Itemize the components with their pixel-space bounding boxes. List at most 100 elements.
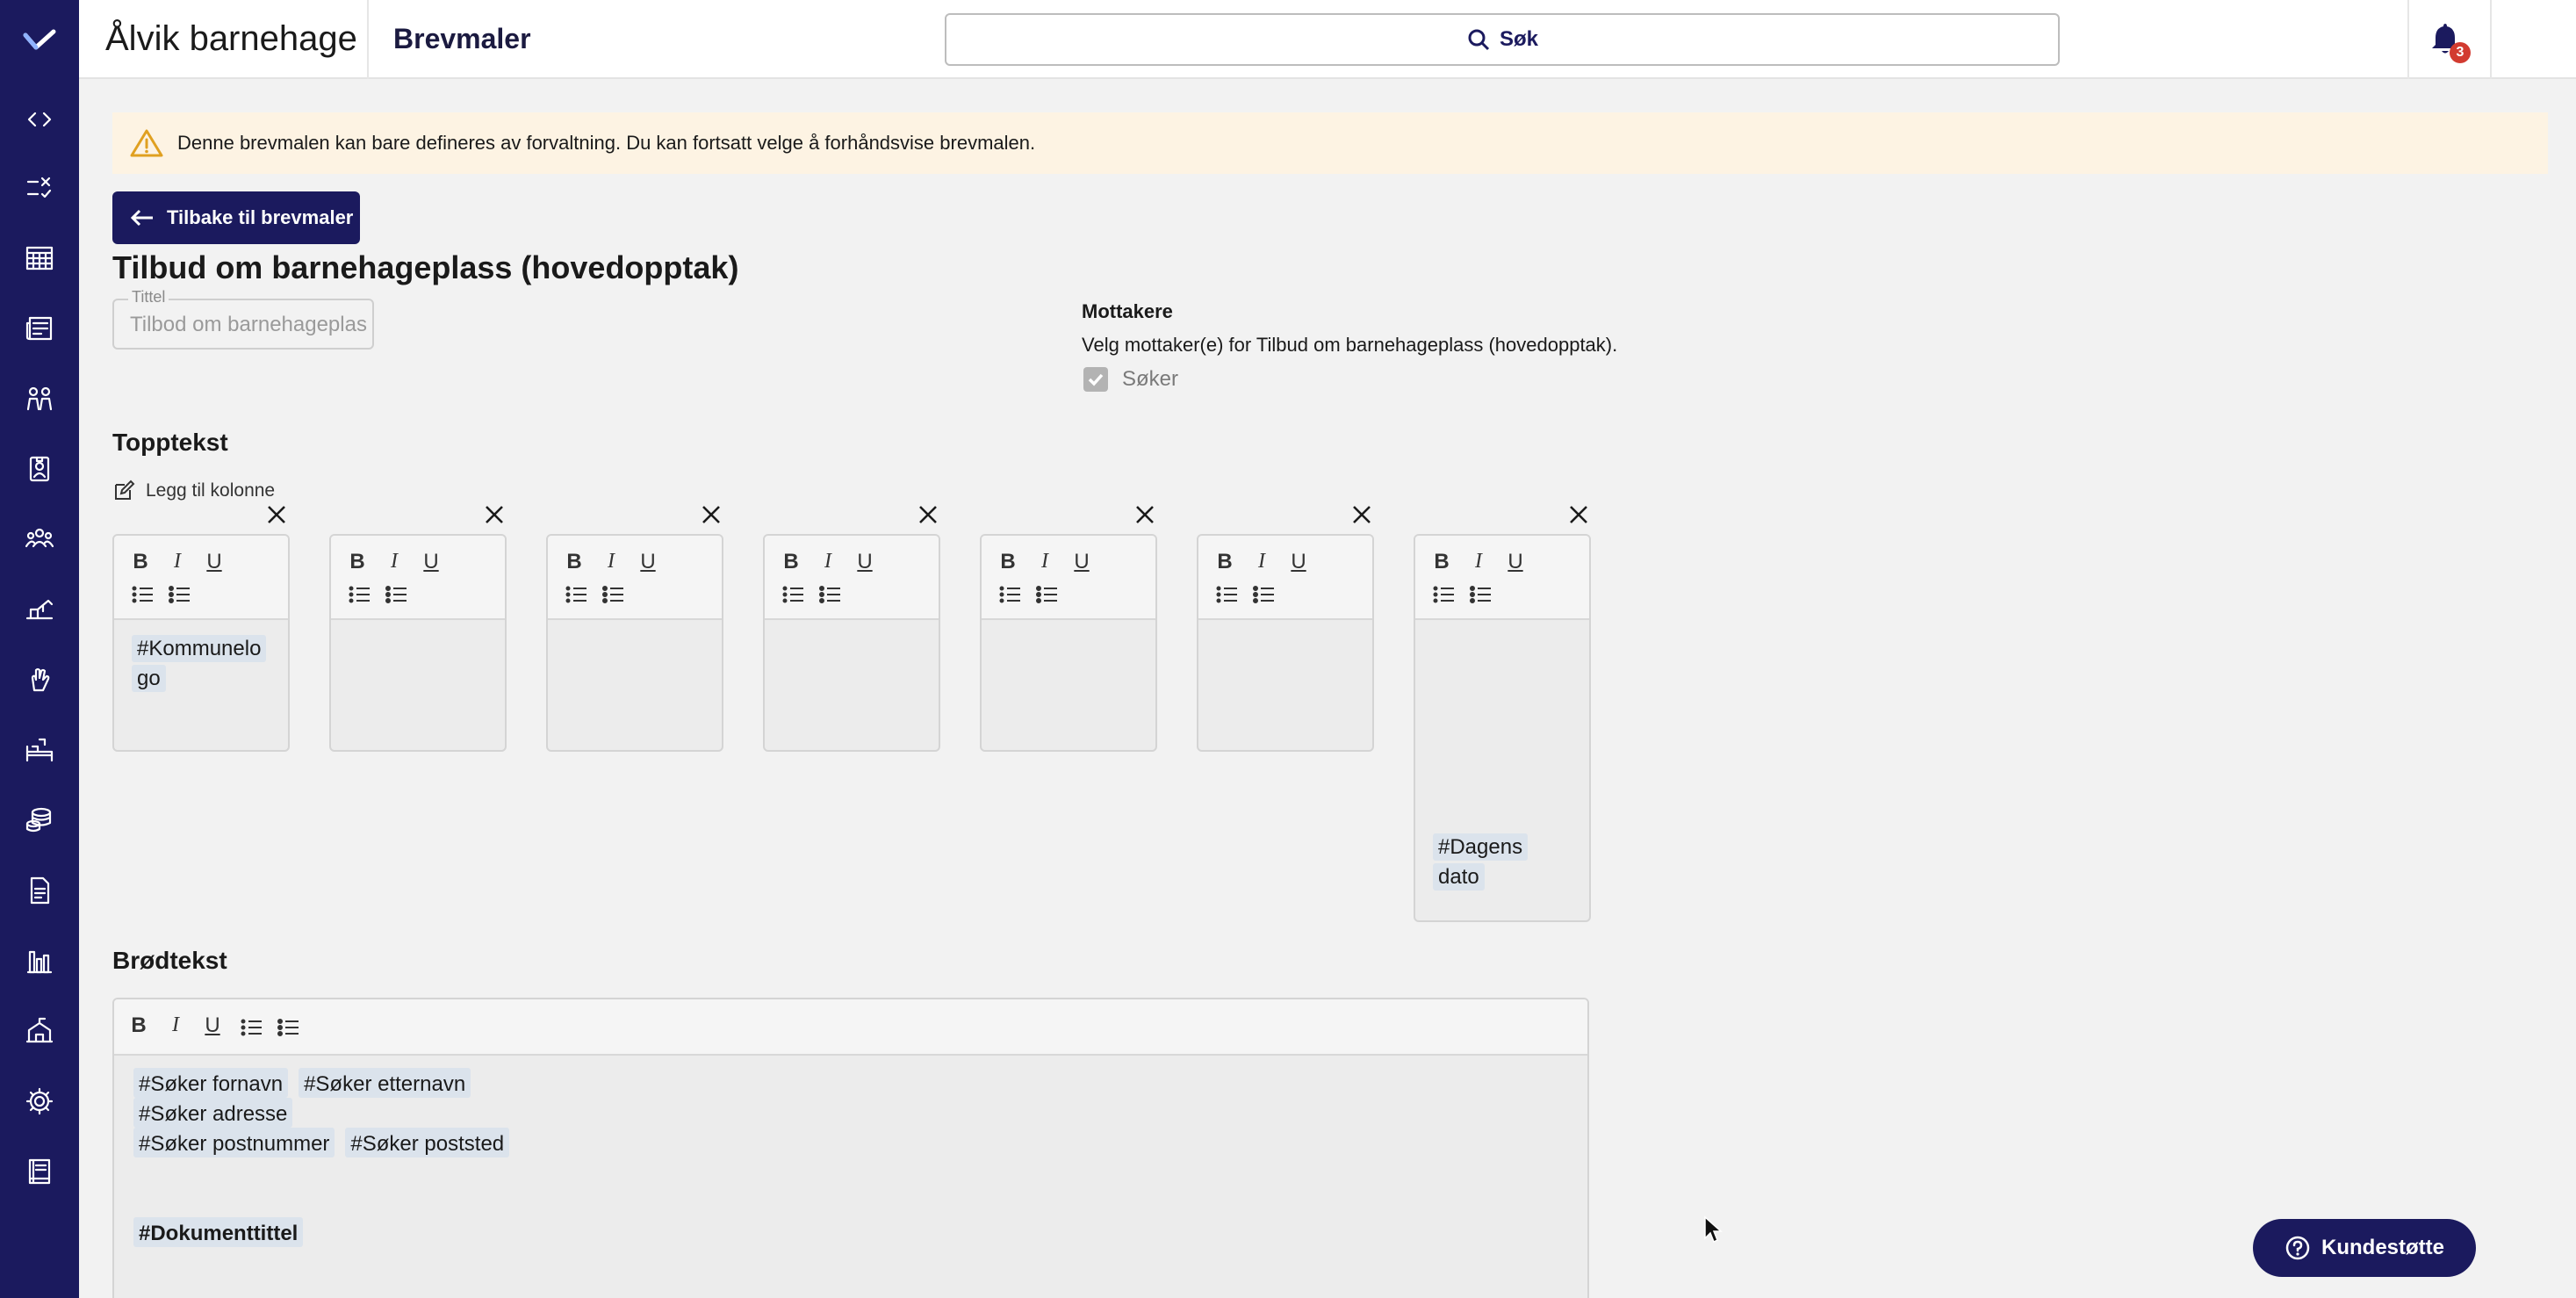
customer-support-button[interactable]: Kundestøtte bbox=[2253, 1219, 2476, 1277]
playground-icon[interactable] bbox=[24, 594, 55, 625]
bullet-list-icon[interactable] bbox=[1470, 585, 1493, 604]
column-content[interactable] bbox=[1198, 620, 1372, 645]
warning-icon bbox=[130, 129, 163, 157]
close-icon[interactable] bbox=[1133, 503, 1156, 526]
column-content[interactable]: #Dagens dato bbox=[1415, 620, 1589, 903]
tasks-icon[interactable] bbox=[24, 172, 55, 204]
underline-button[interactable]: U bbox=[636, 550, 660, 574]
bullet-list-icon[interactable] bbox=[1036, 585, 1059, 604]
underline-button[interactable]: U bbox=[1503, 550, 1528, 574]
bullet-list-icon[interactable] bbox=[169, 585, 191, 604]
editor-toolbar: B I U bbox=[331, 536, 505, 620]
body-text-editor[interactable]: B I U #Søker fornavn #Søker etternavn #S… bbox=[112, 998, 1589, 1298]
hand-icon[interactable] bbox=[24, 664, 55, 696]
close-icon[interactable] bbox=[700, 503, 723, 526]
close-icon[interactable] bbox=[1567, 503, 1590, 526]
close-icon[interactable] bbox=[265, 503, 288, 526]
bed-icon[interactable] bbox=[24, 734, 55, 766]
column-content[interactable] bbox=[765, 620, 939, 645]
editor-toolbar: B I U bbox=[982, 536, 1155, 620]
add-column-button[interactable]: Legg til kolonne bbox=[112, 480, 275, 502]
school-icon[interactable] bbox=[24, 1015, 55, 1047]
editor-toolbar: B I U bbox=[1415, 536, 1589, 620]
underline-button[interactable]: U bbox=[200, 1013, 225, 1038]
ordered-list-icon[interactable] bbox=[782, 585, 805, 604]
header-column-editor[interactable]: B I U #Dagens dato bbox=[1414, 534, 1591, 922]
underline-button[interactable]: U bbox=[853, 550, 877, 574]
code-icon[interactable] bbox=[24, 104, 55, 135]
italic-button[interactable]: I bbox=[1466, 550, 1491, 573]
italic-button[interactable]: I bbox=[1033, 550, 1057, 573]
support-label: Kundestøtte bbox=[2321, 1236, 2444, 1259]
underline-button[interactable]: U bbox=[1286, 550, 1311, 574]
column-content[interactable] bbox=[548, 620, 722, 645]
newspaper-icon[interactable] bbox=[24, 313, 55, 344]
italic-button[interactable]: I bbox=[382, 550, 407, 573]
title-input[interactable] bbox=[130, 313, 367, 337]
book-icon[interactable] bbox=[24, 1156, 55, 1187]
children-icon[interactable] bbox=[24, 383, 55, 415]
tag-chip: #Søker poststed bbox=[345, 1128, 510, 1157]
ordered-list-icon[interactable] bbox=[1433, 585, 1456, 604]
tag-chip: dato bbox=[1433, 863, 1485, 891]
header-column-editor[interactable]: B I U bbox=[1197, 534, 1374, 752]
italic-button[interactable]: I bbox=[163, 1013, 188, 1037]
coins-icon[interactable] bbox=[24, 804, 55, 836]
group-icon[interactable] bbox=[24, 523, 55, 555]
header-column-editor[interactable]: B I U bbox=[763, 534, 940, 752]
underline-button[interactable]: U bbox=[202, 550, 227, 574]
italic-button[interactable]: I bbox=[165, 550, 190, 573]
underline-button[interactable]: U bbox=[419, 550, 443, 574]
bold-button[interactable]: B bbox=[779, 550, 803, 574]
bullet-list-icon[interactable] bbox=[277, 1018, 300, 1037]
close-icon[interactable] bbox=[483, 503, 506, 526]
bar-chart-icon[interactable] bbox=[24, 945, 55, 977]
bullet-list-icon[interactable] bbox=[1253, 585, 1276, 604]
calendar-grid-icon[interactable] bbox=[24, 242, 55, 274]
ordered-list-icon[interactable] bbox=[999, 585, 1022, 604]
tag-chip: #Søker postnummer bbox=[133, 1128, 335, 1157]
bold-button[interactable]: B bbox=[345, 550, 370, 574]
recipient-option-applicant[interactable]: Søker bbox=[1083, 367, 1178, 392]
ordered-list-icon[interactable] bbox=[1216, 585, 1239, 604]
italic-button[interactable]: I bbox=[1249, 550, 1274, 573]
bold-button[interactable]: B bbox=[562, 550, 586, 574]
title-field[interactable]: Tittel bbox=[112, 288, 374, 350]
header-column-editor[interactable]: B I U bbox=[980, 534, 1157, 752]
italic-button[interactable]: I bbox=[599, 550, 623, 573]
gear-icon[interactable] bbox=[24, 1085, 55, 1117]
tag-chip: #Kommunelo bbox=[132, 635, 267, 662]
badge-icon[interactable] bbox=[24, 453, 55, 485]
bullet-list-icon[interactable] bbox=[385, 585, 408, 604]
header-column-editor[interactable]: B I U bbox=[546, 534, 723, 752]
ordered-list-icon[interactable] bbox=[132, 585, 155, 604]
logo-icon[interactable] bbox=[22, 23, 57, 58]
column-content[interactable] bbox=[331, 620, 505, 645]
underline-button[interactable]: U bbox=[1069, 550, 1094, 574]
header-column-editor[interactable]: B I U #Kommunelo go bbox=[112, 534, 290, 752]
header-column-editor[interactable]: B I U bbox=[329, 534, 507, 752]
search-bar[interactable]: Søk bbox=[945, 13, 2060, 66]
close-icon[interactable] bbox=[1350, 503, 1373, 526]
bullet-list-icon[interactable] bbox=[602, 585, 625, 604]
search-icon bbox=[1468, 29, 1490, 51]
header-section-heading: Topptekst bbox=[112, 429, 228, 456]
bold-button[interactable]: B bbox=[128, 550, 153, 574]
column-content[interactable]: #Kommunelo go bbox=[114, 620, 288, 704]
italic-button[interactable]: I bbox=[816, 550, 840, 573]
body-content[interactable]: #Søker fornavn #Søker etternavn #Søker a… bbox=[133, 1068, 510, 1247]
bold-button[interactable]: B bbox=[126, 1013, 151, 1038]
close-icon[interactable] bbox=[917, 503, 939, 526]
bold-button[interactable]: B bbox=[996, 550, 1020, 574]
bullet-list-icon[interactable] bbox=[819, 585, 842, 604]
ordered-list-icon[interactable] bbox=[241, 1018, 263, 1037]
ordered-list-icon[interactable] bbox=[349, 585, 371, 604]
back-to-templates-button[interactable]: Tilbake til brevmaler bbox=[112, 191, 360, 244]
bold-button[interactable]: B bbox=[1212, 550, 1237, 574]
checkbox[interactable] bbox=[1083, 367, 1108, 392]
column-content[interactable] bbox=[982, 620, 1155, 645]
ordered-list-icon[interactable] bbox=[565, 585, 588, 604]
document-icon[interactable] bbox=[24, 875, 55, 906]
tag-chip: #Dagens bbox=[1433, 833, 1529, 861]
bold-button[interactable]: B bbox=[1429, 550, 1454, 574]
